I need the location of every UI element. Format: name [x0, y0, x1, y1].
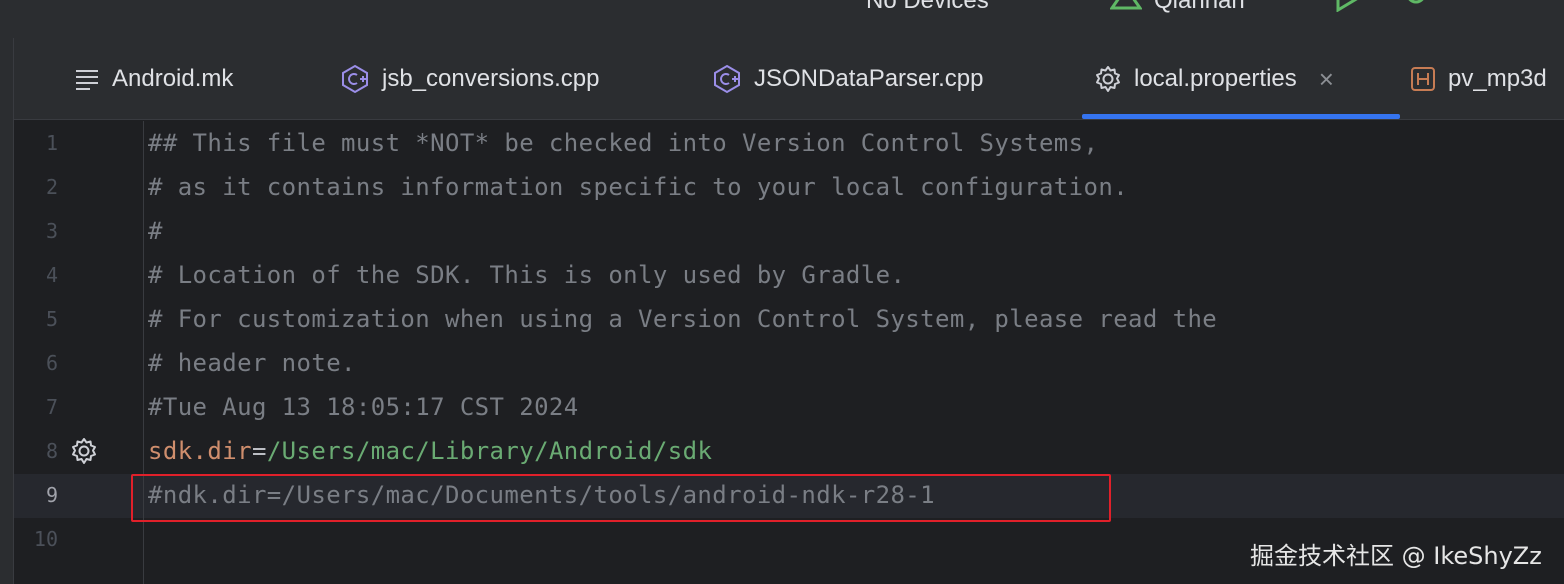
tab-android-mk[interactable]: Android.mk [74, 38, 233, 120]
code-text: # [148, 217, 163, 245]
property-key: sdk.dir [148, 437, 252, 465]
tab-label: Android.mk [112, 65, 234, 92]
line-number: 5 [45, 307, 58, 331]
left-tool-strip [0, 38, 14, 584]
editor-tab-bar: Android.mk jsb_conversions.cpp JSONDataP… [14, 38, 1564, 120]
line-number: 4 [45, 263, 58, 287]
main-toolbar: No Devices Qianhan [0, 0, 1564, 38]
code-text: # as it contains information specific to… [148, 173, 1129, 201]
code-text: # Location of the SDK. This is only used… [148, 261, 906, 289]
tab-label: JSONDataParser.cpp [754, 65, 984, 92]
header-file-icon [1411, 67, 1435, 91]
code-line[interactable]: 6 # header note. [14, 341, 1564, 385]
android-icon [1110, 0, 1142, 10]
line-number: 7 [45, 395, 58, 419]
run-config-selector[interactable]: Qianhan [1154, 0, 1245, 15]
line-number: 1 [45, 131, 58, 155]
debug-icon[interactable] [1400, 0, 1432, 12]
code-line[interactable]: 2 # as it contains information specific … [14, 165, 1564, 209]
code-line[interactable]: 7 #Tue Aug 13 18:05:17 CST 2024 [14, 385, 1564, 429]
property-value: /Users/mac/Library/Android/sdk [266, 437, 713, 465]
close-tab-icon[interactable]: × [1319, 66, 1334, 92]
device-selector[interactable]: No Devices [866, 0, 989, 15]
property-operator: = [251, 437, 267, 465]
more-options-icon[interactable] [1476, 0, 1488, 12]
run-icon[interactable] [1334, 0, 1362, 12]
gear-icon [1096, 66, 1120, 92]
code-line[interactable]: 5 # For customization when using a Versi… [14, 297, 1564, 341]
line-number: 2 [45, 175, 58, 199]
code-text: # header note. [148, 349, 356, 377]
tab-label: pv_mp3d [1448, 65, 1547, 92]
lines-icon [76, 70, 98, 90]
line-number: 9 [45, 483, 58, 507]
tab-local-properties[interactable]: local.properties × [1094, 38, 1334, 120]
line-number: 3 [45, 219, 58, 243]
line-number: 8 [45, 439, 58, 463]
tab-json-data-parser[interactable]: JSONDataParser.cpp [712, 38, 983, 120]
cpp-file-icon [714, 64, 740, 94]
watermark: 掘金技术社区 @ IkeShyZz [1250, 542, 1542, 570]
code-line[interactable]: 3 # [14, 209, 1564, 253]
chevron-down-icon [1018, 0, 1034, 2]
code-line[interactable]: 8 sdk.dir=/Users/mac/Library/Android/sdk [14, 429, 1564, 473]
gear-icon[interactable] [70, 437, 98, 465]
annotation-highlight-box [131, 474, 1111, 522]
line-number: 6 [45, 351, 58, 375]
tab-label: local.properties [1134, 65, 1297, 92]
code-text: #Tue Aug 13 18:05:17 CST 2024 [148, 393, 579, 421]
code-text: ## This file must *NOT* be checked into … [148, 129, 1099, 157]
line-number: 10 [33, 527, 58, 551]
tab-jsb-conversions[interactable]: jsb_conversions.cpp [340, 38, 599, 120]
code-text: sdk.dir=/Users/mac/Library/Android/sdk [148, 429, 712, 473]
chevron-down-icon [1274, 0, 1290, 2]
code-text: # For customization when using a Version… [148, 305, 1218, 333]
tab-pv-mp3d[interactable]: pv_mp3d [1410, 38, 1547, 120]
tab-label: jsb_conversions.cpp [382, 65, 600, 92]
code-line[interactable]: 4 # Location of the SDK. This is only us… [14, 253, 1564, 297]
cpp-file-icon [342, 64, 368, 94]
code-line[interactable]: 1 ## This file must *NOT* be checked int… [14, 121, 1564, 165]
active-tab-indicator [1082, 114, 1400, 119]
